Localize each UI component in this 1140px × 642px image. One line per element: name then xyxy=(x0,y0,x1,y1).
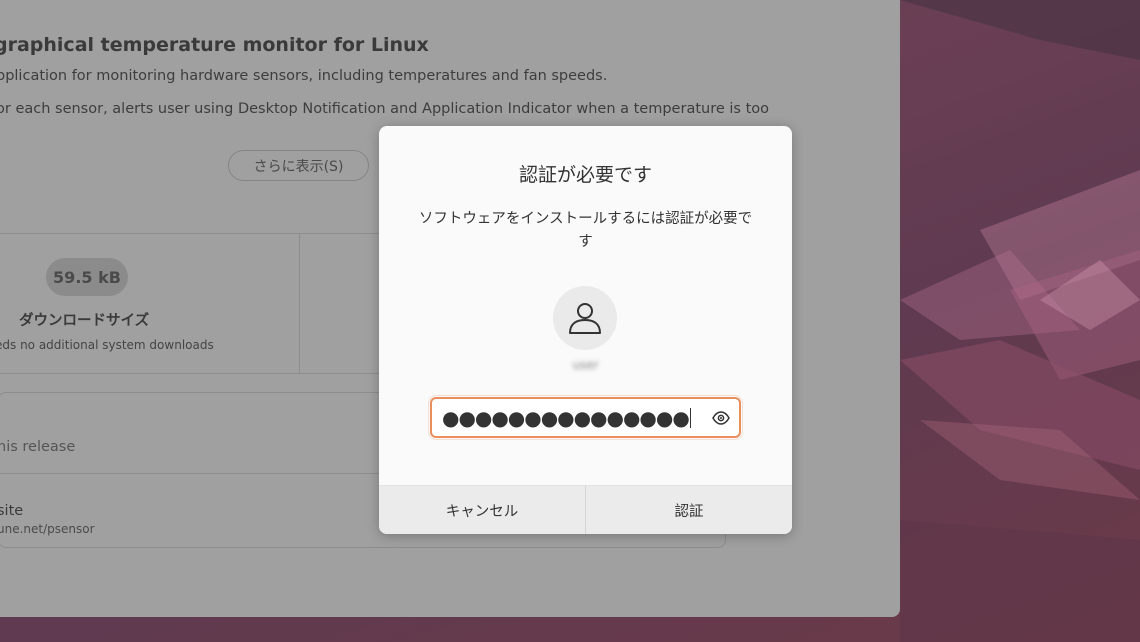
app-description: or each sensor, alerts user using Deskto… xyxy=(0,101,769,117)
text-cursor xyxy=(689,408,691,428)
tile-divider xyxy=(299,234,300,373)
password-input[interactable]: ●●●●●●●●●●●●●●● xyxy=(428,395,743,440)
website-url[interactable]: une.net/psensor xyxy=(0,522,95,536)
user-icon xyxy=(569,303,601,334)
user-name: user xyxy=(572,358,599,372)
dialog-message: ソフトウェアをインストールするには認証が必要です xyxy=(418,211,753,250)
dialog-button-bar: キャンセル 認証 xyxy=(379,485,792,534)
password-value: ●●●●●●●●●●●●●●● xyxy=(442,406,691,430)
show-more-button[interactable]: さらに表示(S) xyxy=(228,150,369,181)
app-title: graphical temperature monitor for Linux xyxy=(0,34,429,56)
cancel-button[interactable]: キャンセル xyxy=(379,486,586,534)
eye-icon xyxy=(712,411,730,425)
user-avatar xyxy=(553,286,617,350)
website-label[interactable]: site xyxy=(0,503,23,519)
authentication-dialog: 認証が必要です ソフトウェアをインストールするには認証が必要です user ●●… xyxy=(379,126,792,534)
download-size-label: ダウンロードサイズ xyxy=(19,313,150,329)
download-size-note: eds no additional system downloads xyxy=(0,338,214,352)
app-summary: pplication for monitoring hardware senso… xyxy=(0,68,608,84)
authenticate-button[interactable]: 認証 xyxy=(586,486,792,534)
release-note[interactable]: his release xyxy=(0,439,75,455)
password-masked-text: ●●●●●●●●●●●●●●● xyxy=(442,406,690,430)
dialog-title: 認証が必要です xyxy=(518,164,652,186)
reveal-password-button[interactable] xyxy=(711,408,731,428)
download-size-badge: 59.5 kB xyxy=(46,258,128,296)
